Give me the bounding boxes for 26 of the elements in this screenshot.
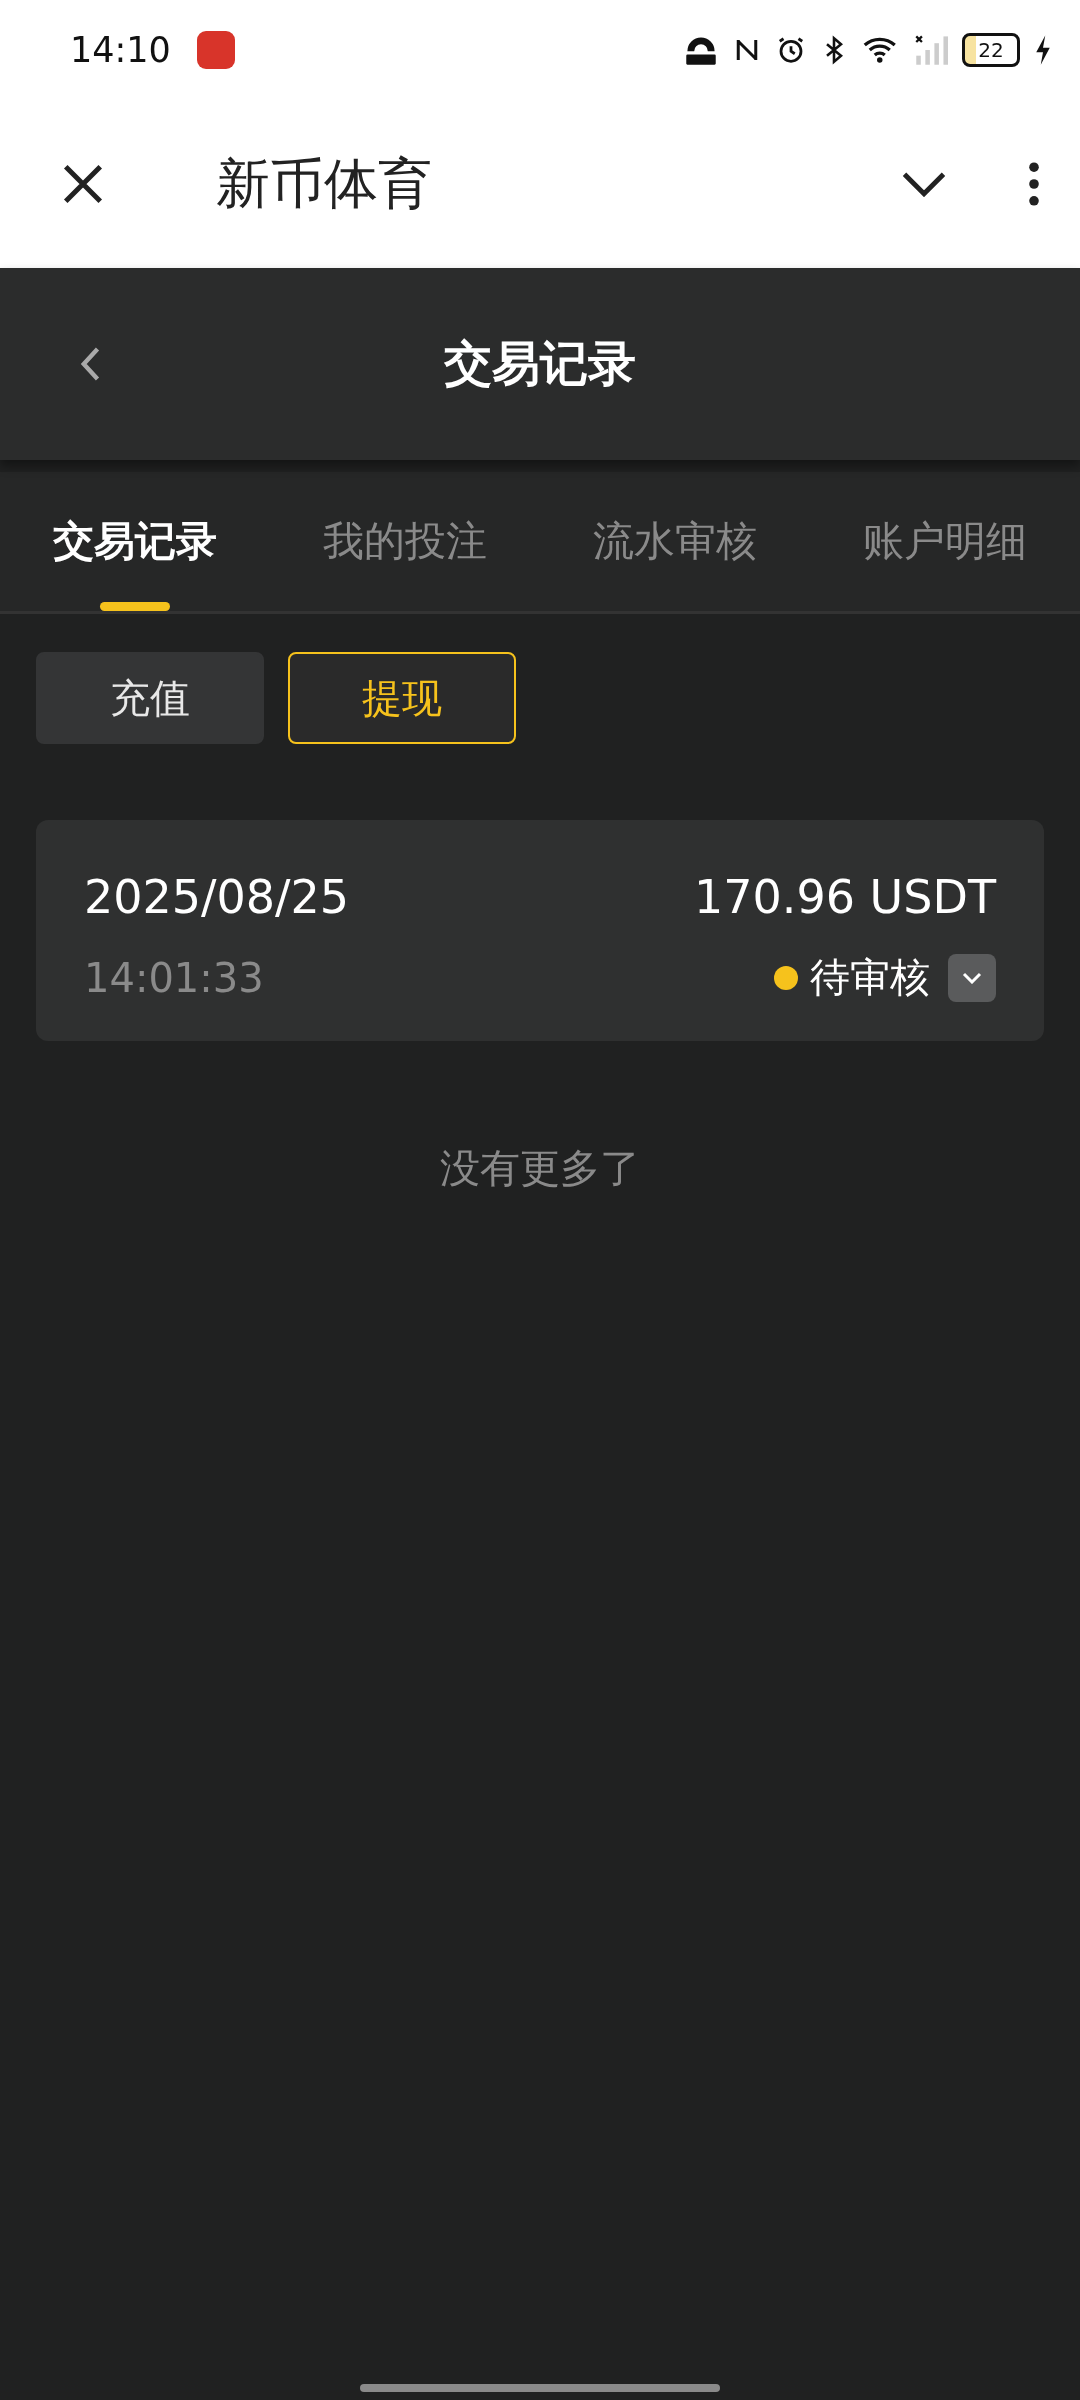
- tab[interactable]: 交易记录: [0, 472, 270, 611]
- alarm-icon: [776, 35, 806, 65]
- tab[interactable]: 我的投注: [270, 472, 540, 611]
- expand-button[interactable]: [948, 953, 996, 1002]
- end-of-list-text: 没有更多了: [439, 1144, 641, 1193]
- record-time: 14:01:33: [84, 954, 264, 1001]
- app-notification-icon: [196, 31, 235, 69]
- back-icon[interactable]: [80, 346, 100, 382]
- record-date: 2025/08/25: [84, 870, 350, 924]
- chevron-down-icon: [962, 971, 982, 984]
- battery-level: 22: [962, 33, 1020, 67]
- charging-icon: [1034, 34, 1052, 66]
- filter-button[interactable]: 充值: [36, 652, 264, 744]
- tab[interactable]: 账户明细: [810, 472, 1080, 611]
- chevron-down-icon[interactable]: [900, 171, 948, 197]
- status-text: 待审核: [810, 953, 930, 1002]
- record-amount: 170.96 USDT: [694, 870, 996, 924]
- tab[interactable]: 流水审核: [540, 472, 810, 611]
- filter-button[interactable]: 提现: [288, 652, 516, 744]
- more-icon[interactable]: [1028, 161, 1040, 207]
- tab-indicator: [100, 602, 170, 611]
- page-title: 交易记录: [444, 334, 636, 393]
- clock-time: 14:10: [70, 30, 171, 70]
- signal-icon: [914, 33, 948, 67]
- record-card[interactable]: 2025/08/25 170.96 USDT 14:01:33 待审核: [36, 820, 1044, 1041]
- browser-title: 新币体育: [216, 150, 433, 217]
